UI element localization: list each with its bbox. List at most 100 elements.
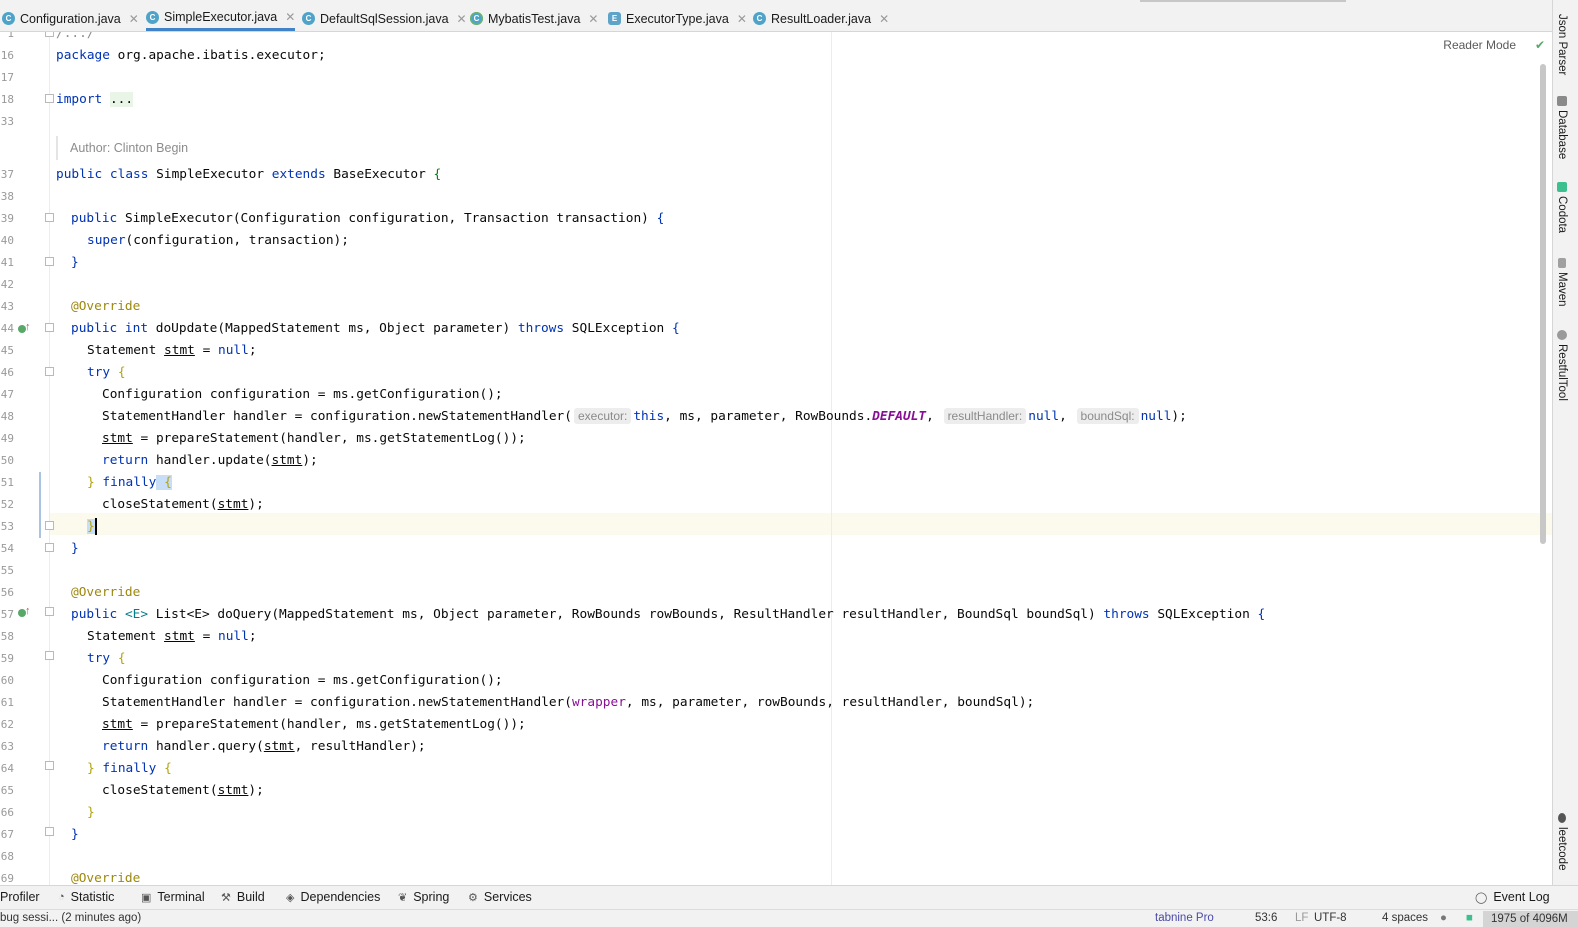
fold-toggle-icon[interactable] (45, 32, 54, 37)
line-number: 16 (0, 49, 14, 62)
line-number: 44 (0, 322, 14, 335)
memory-indicator[interactable]: 1975 of 4096M (1483, 911, 1578, 927)
fold-toggle-icon[interactable] (45, 213, 54, 222)
close-icon[interactable]: ✕ (879, 12, 889, 26)
code-line-current[interactable]: } (87, 516, 97, 538)
line-number: 62 (0, 718, 14, 731)
tool-restfultool[interactable]: RestfulTool (1556, 330, 1568, 401)
tab-executor-type[interactable]: E ExecutorType.java ✕ (608, 6, 747, 31)
code-line: public int doUpdate(MappedStatement ms, … (71, 318, 680, 340)
lock-icon[interactable]: ● (1440, 912, 1447, 924)
fold-toggle-icon[interactable] (45, 607, 54, 616)
fold-toggle-icon[interactable] (45, 367, 54, 376)
code-text: ); (1171, 409, 1187, 424)
brace: { (110, 365, 126, 380)
file-encoding[interactable]: UTF-8 (1314, 912, 1347, 924)
tabnine-status[interactable]: tabnine Pro (1155, 912, 1214, 924)
tool-label: Statistic (70, 890, 115, 904)
tool-statistic[interactable]: ◔ Statistic (58, 890, 114, 904)
keyword: return (102, 453, 149, 468)
tool-maven[interactable]: Maven (1556, 258, 1568, 307)
code-text: SQLException (564, 321, 672, 336)
code-text: closeStatement( (102, 497, 218, 512)
bottom-tool-window-bar: Profiler ◔ Statistic ▣ Terminal ⚒ Build ◈ De… (0, 885, 1578, 909)
code-line: stmt = prepareStatement(handler, ms.getS… (102, 428, 526, 450)
hammer-icon: ⚒ (221, 891, 231, 904)
tool-label: Spring (413, 890, 450, 904)
indent-setting[interactable]: 4 spaces (1382, 912, 1428, 924)
codota-status-icon[interactable]: ■ (1466, 912, 1473, 924)
fold-toggle-icon[interactable] (45, 827, 54, 836)
caret-position[interactable]: 53:6 (1255, 912, 1277, 924)
tool-leetcode[interactable]: leetcode (1556, 813, 1568, 870)
close-icon[interactable]: ✕ (129, 12, 139, 26)
vcs-change-marker[interactable] (39, 472, 41, 538)
code-line: } (71, 538, 79, 560)
code-text: = (194, 343, 218, 358)
keyword: null (1140, 409, 1172, 424)
folded-imports[interactable]: ... (109, 92, 134, 107)
brace: } (71, 541, 79, 556)
fold-toggle-icon[interactable] (45, 94, 54, 103)
tab-default-sql-session[interactable]: C DefaultSqlSession.java ✕ (302, 6, 467, 31)
dependencies-icon: ◈ (286, 891, 295, 904)
type-parameter: <E> (117, 607, 156, 622)
close-icon[interactable]: ✕ (737, 12, 747, 26)
tool-codota[interactable]: Codota (1556, 182, 1568, 233)
tool-spring[interactable]: ❦ Spring (398, 890, 449, 904)
code-text: ; (248, 629, 257, 644)
vertical-scrollbar[interactable] (1540, 64, 1546, 544)
keyword: throws (517, 321, 565, 336)
status-message[interactable]: bug sessi... (2 minutes ago) (0, 912, 141, 924)
tab-label: Configuration.java (20, 11, 121, 26)
tool-dependencies[interactable]: ◈ Dependencies (286, 890, 380, 904)
keyword: return (102, 739, 149, 754)
fold-toggle-icon[interactable] (45, 257, 54, 266)
line-number: 67 (0, 828, 14, 841)
inspection-ok-icon[interactable]: ✔ (1535, 38, 1545, 52)
tab-mybatis-test[interactable]: C MybatisTest.java ✕ (470, 6, 598, 31)
line-number: 17 (0, 71, 14, 84)
line-number: 66 (0, 806, 14, 819)
line-number: 61 (0, 696, 14, 709)
fold-toggle-icon[interactable] (45, 761, 54, 770)
variable: stmt (271, 453, 303, 468)
test-class-file-icon: C (470, 12, 483, 25)
line-number: 37 (0, 168, 14, 181)
close-icon[interactable]: ✕ (588, 12, 598, 26)
folded-header-comment[interactable]: /.../ (56, 32, 95, 41)
override-up-arrow-icon[interactable]: ↑ (25, 606, 31, 617)
reader-mode-button[interactable]: Reader Mode (1443, 38, 1516, 52)
tab-configuration[interactable]: C Configuration.java ✕ (2, 6, 139, 31)
parameter-hint: resultHandler: (943, 408, 1027, 424)
brace: { (1257, 607, 1266, 622)
tool-json-parser[interactable]: Json Parser (1556, 14, 1568, 75)
tab-result-loader[interactable]: C ResultLoader.java ✕ (753, 6, 889, 31)
tool-profiler[interactable]: Profiler (0, 890, 40, 904)
fold-toggle-icon[interactable] (45, 543, 54, 552)
code-text: ); (302, 453, 318, 468)
tool-build[interactable]: ⚒ Build (221, 890, 265, 904)
fold-toggle-icon[interactable] (45, 521, 54, 530)
code-line: } (71, 252, 79, 274)
code-text: ; (248, 343, 257, 358)
rendered-javadoc[interactable]: Author: Clinton Begin (56, 136, 188, 160)
fold-toggle-icon[interactable] (45, 651, 54, 660)
close-icon[interactable]: ✕ (285, 10, 295, 24)
code-line: @Override (71, 868, 140, 885)
keyword: finally (102, 475, 157, 490)
tool-terminal[interactable]: ▣ Terminal (141, 890, 205, 904)
close-icon[interactable]: ✕ (457, 12, 467, 26)
line-number: 64 (0, 762, 14, 775)
line-separator[interactable]: LF (1295, 912, 1308, 924)
override-up-arrow-icon[interactable]: ↑ (25, 322, 31, 333)
code-editor[interactable]: Reader Mode ✔ 1 16 17 18 33 37 38 39 40 … (0, 32, 1552, 885)
code-line: try { (87, 362, 126, 384)
fold-toggle-icon[interactable] (45, 323, 54, 332)
tool-services[interactable]: ⚙ Services (468, 890, 532, 904)
class-file-icon: C (753, 12, 766, 25)
parameter-hint: executor: (573, 408, 632, 424)
tool-event-log[interactable]: ◯ Event Log (1475, 890, 1550, 904)
tab-simple-executor[interactable]: C SimpleExecutor.java ✕ (146, 6, 296, 31)
tool-database[interactable]: Database (1556, 96, 1568, 159)
